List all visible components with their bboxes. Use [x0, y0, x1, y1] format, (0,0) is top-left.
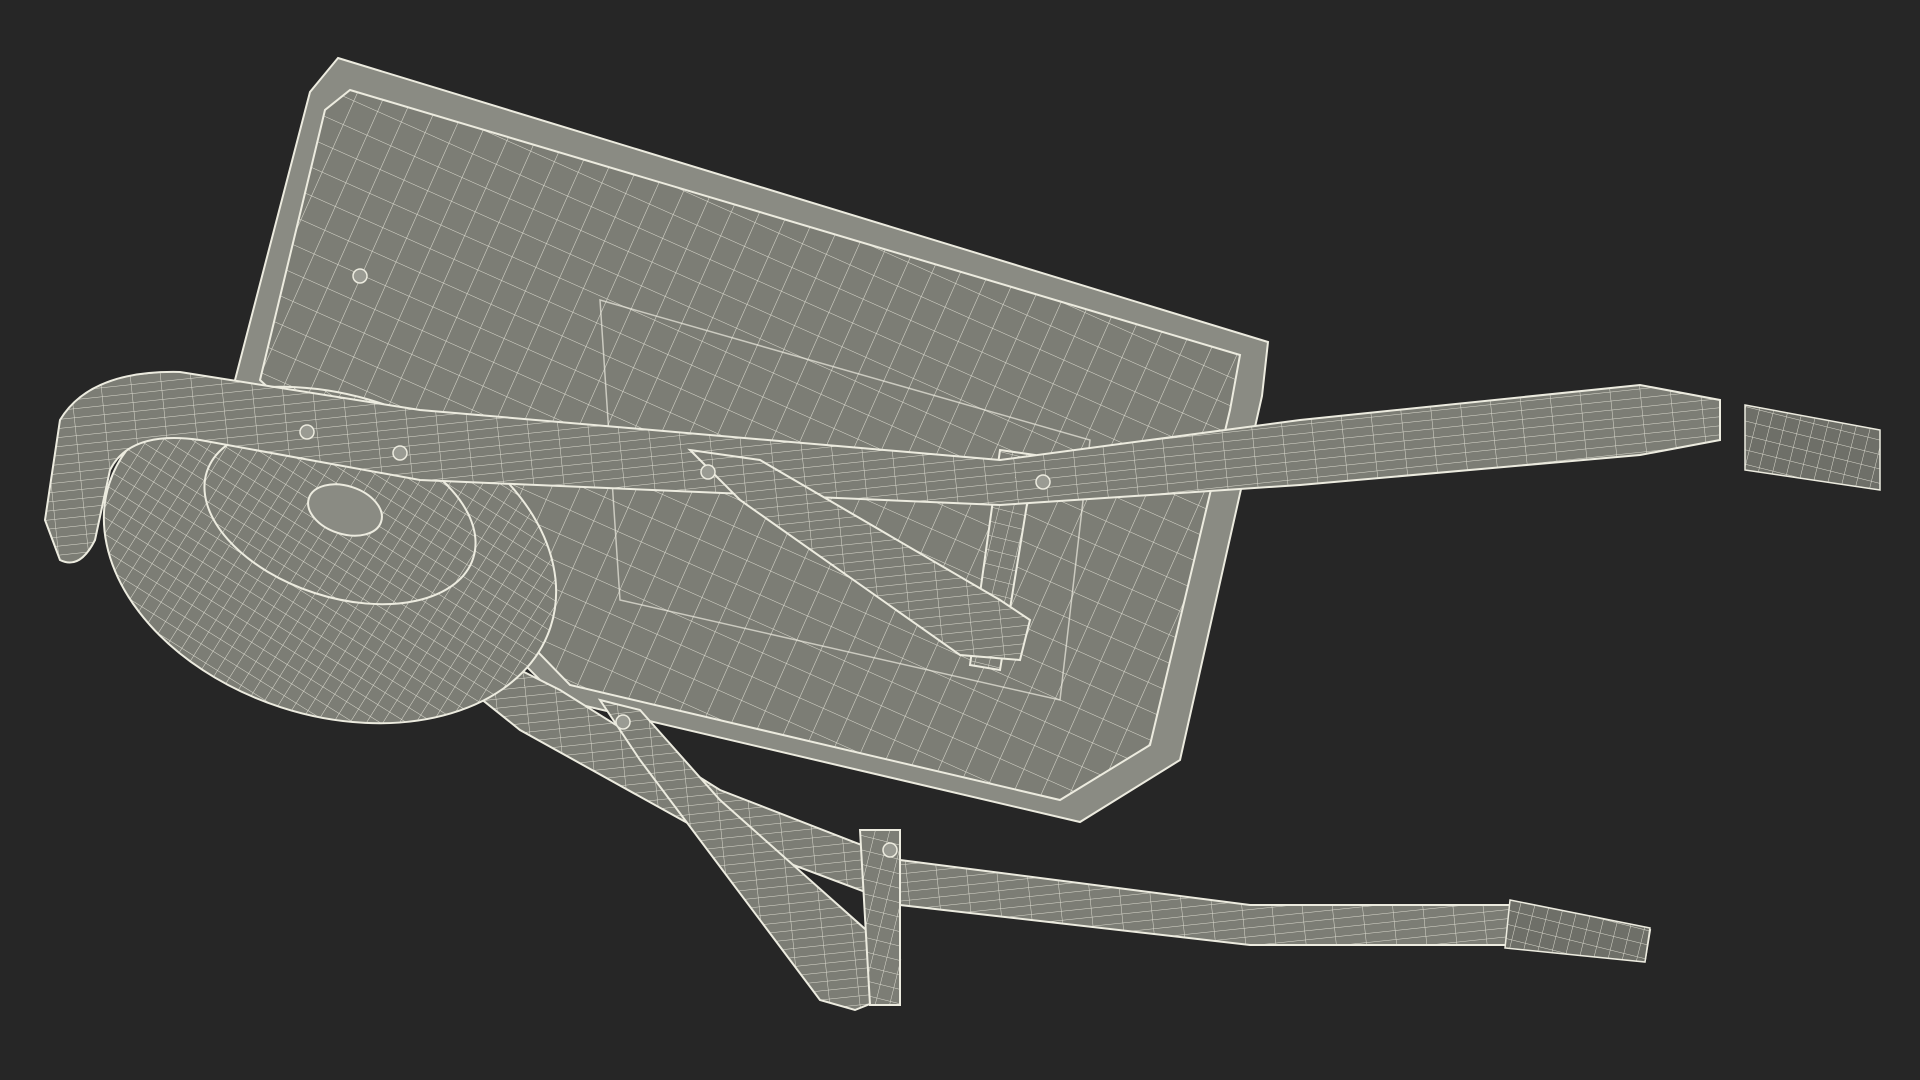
bolt [700, 464, 716, 480]
bolt [882, 842, 898, 858]
3d-viewport[interactable] [0, 0, 1920, 1080]
bolt [392, 445, 408, 461]
bolt [615, 714, 631, 730]
bolt [352, 268, 368, 284]
bolt [299, 424, 315, 440]
bolt [1035, 474, 1051, 490]
wheelbarrow-wireframe-render [0, 0, 1920, 1080]
